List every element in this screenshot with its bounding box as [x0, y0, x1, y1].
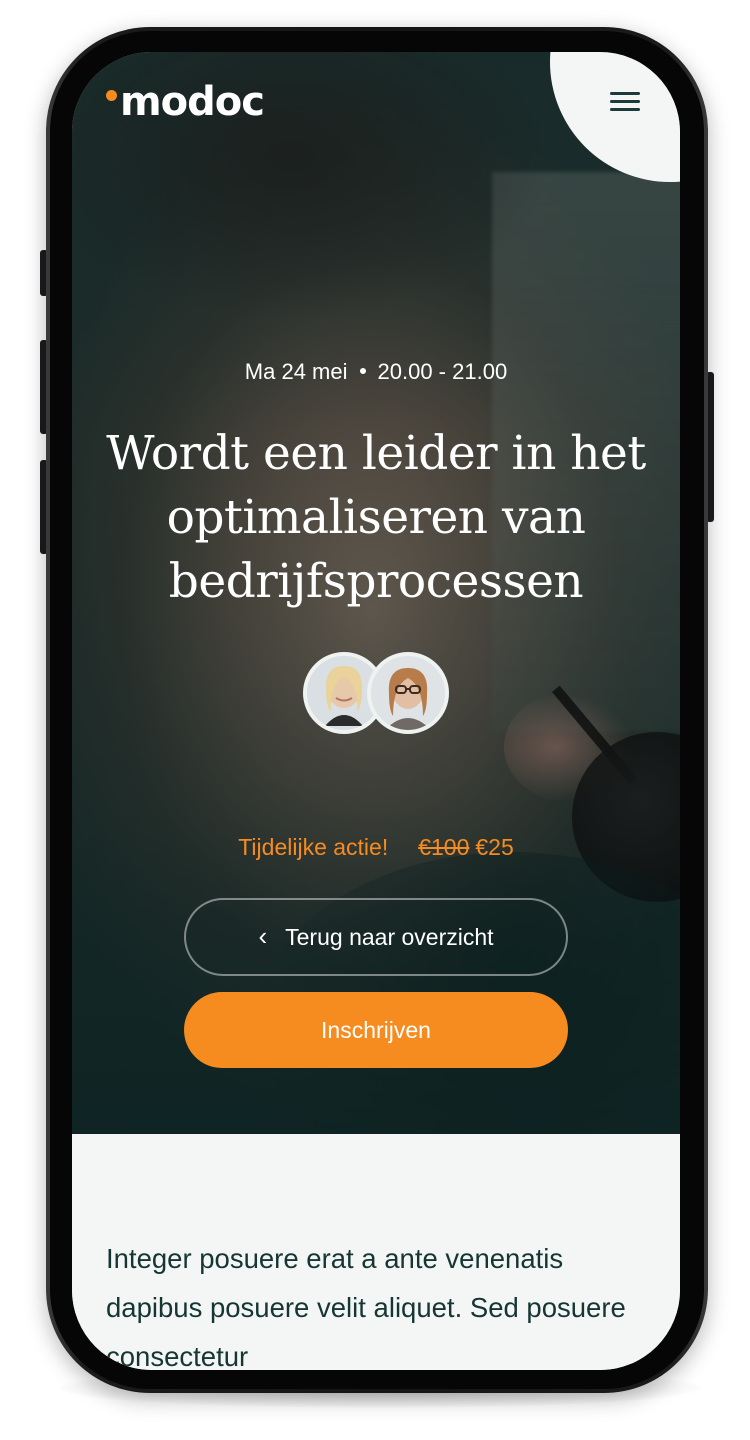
speaker-avatars: [303, 652, 451, 736]
promo-label: Tijdelijke actie!: [238, 834, 389, 860]
chevron-left-icon: ‹: [258, 920, 268, 951]
event-description: Integer posuere erat a ante venenatis da…: [72, 1134, 680, 1370]
phone-screen: modoc Ma 24 mei 20.00 - 21.00 Wordt een l…: [72, 52, 680, 1370]
menu-bar-middle: [610, 100, 640, 103]
back-to-overview-button[interactable]: ‹ Terug naar overzicht: [184, 898, 568, 976]
signup-button-label: Inschrijven: [321, 1016, 431, 1043]
menu-bar-top: [610, 92, 640, 95]
intro-paragraph: Integer posuere erat a ante venenatis da…: [106, 1243, 626, 1370]
event-time: 20.00 - 21.00: [377, 359, 508, 384]
menu-corner-shape: [550, 52, 680, 182]
hamburger-menu-icon[interactable]: [608, 88, 644, 116]
logo-text: modoc: [120, 79, 265, 125]
event-title: Wordt een leider in het optimaliseren va…: [106, 426, 646, 609]
bullet-separator: [359, 368, 366, 375]
back-button-label: Terug naar overzicht: [285, 923, 494, 950]
speaker-portrait-icon: [371, 656, 445, 730]
logo-dot-icon: [106, 89, 117, 101]
event-datetime: Ma 24 mei 20.00 - 21.00: [72, 358, 680, 386]
old-price: €100: [418, 834, 470, 860]
speaker-avatar-2[interactable]: [367, 652, 449, 734]
menu-bar-bottom: [610, 108, 640, 111]
signup-button[interactable]: Inschrijven: [184, 992, 568, 1068]
price-row: Tijdelijke actie! €100 €25: [72, 832, 680, 862]
modoc-logo[interactable]: modoc: [106, 79, 265, 125]
event-hero: modoc Ma 24 mei 20.00 - 21.00 Wordt een l…: [72, 52, 680, 1134]
event-date: Ma 24 mei: [244, 359, 348, 384]
device-mockup: modoc Ma 24 mei 20.00 - 21.00 Wordt een l…: [0, 0, 750, 1440]
new-price: €25: [475, 834, 514, 860]
